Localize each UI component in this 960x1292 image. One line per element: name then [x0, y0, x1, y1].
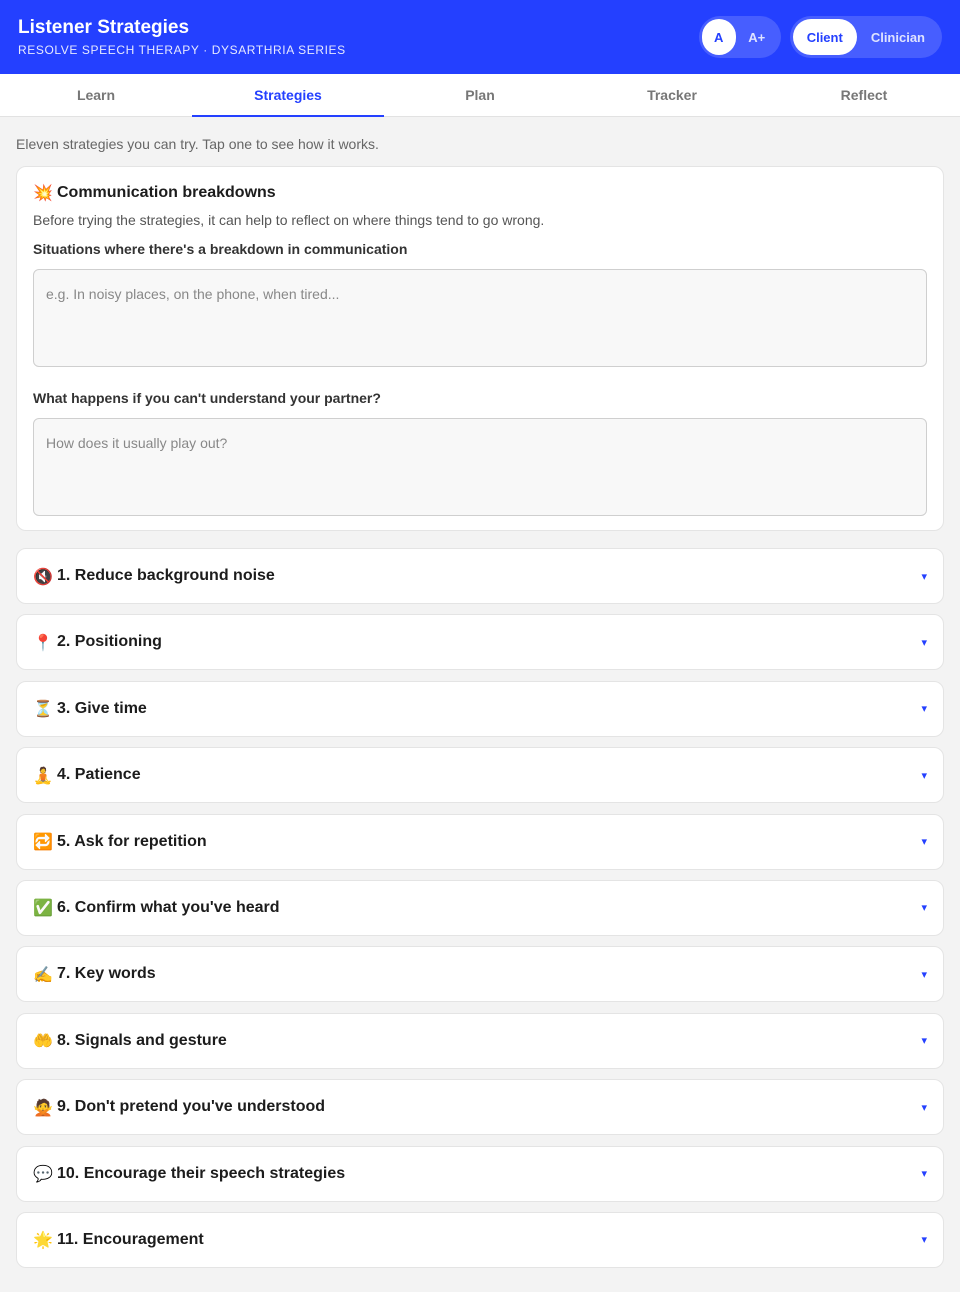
- strategy-label: 7. Key words: [57, 965, 156, 983]
- strategy-item-5[interactable]: 🔁 5. Ask for repetition ▾: [16, 813, 944, 870]
- text-size-normal-button[interactable]: A: [701, 19, 736, 55]
- check-icon: ✅: [33, 898, 53, 918]
- situations-label: Situations where there's a breakdown in …: [33, 241, 408, 257]
- strategy-heading: ⏳ 3. Give time: [33, 699, 147, 718]
- chevron-down-icon: ▾: [921, 967, 927, 981]
- chevron-down-icon: ▾: [921, 635, 927, 649]
- breakdowns-card: 💥 Communication breakdowns Before trying…: [16, 166, 944, 531]
- strategy-item-10[interactable]: 💬 10. Encourage their speech strategies …: [16, 1145, 944, 1202]
- strategy-label: 10. Encourage their speech strategies: [57, 1164, 346, 1182]
- strategy-label: 2. Positioning: [57, 633, 162, 651]
- repeat-icon: 🔁: [33, 832, 53, 852]
- strategy-label: 4. Patience: [57, 766, 141, 784]
- app-header: Listener Strategies RESOLVE SPEECH THERA…: [0, 0, 960, 74]
- breakdowns-title: 💥 Communication breakdowns: [33, 183, 927, 202]
- strategy-item-9[interactable]: 🙅 9. Don't pretend you've understood ▾: [16, 1079, 944, 1136]
- mode-toggle: Client Clinician: [789, 16, 942, 58]
- strategy-heading: 🤲 8. Signals and gesture: [33, 1031, 227, 1050]
- chevron-down-icon: ▾: [921, 702, 927, 716]
- strategy-heading: ✍️ 7. Key words: [33, 965, 156, 984]
- tab-bar: Learn Strategies Plan Tracker Reflect: [0, 74, 960, 117]
- intro-text: Eleven strategies you can try. Tap one t…: [16, 136, 379, 152]
- no-gesture-icon: 🙅: [33, 1097, 53, 1117]
- strategy-label: 8. Signals and gesture: [57, 1031, 227, 1049]
- strategy-item-4[interactable]: 🧘 4. Patience ▾: [16, 747, 944, 804]
- partner-label: What happens if you can't understand you…: [33, 390, 381, 406]
- strategy-heading: 🧘 4. Patience: [33, 766, 141, 785]
- strategy-item-3[interactable]: ⏳ 3. Give time ▾: [16, 680, 944, 737]
- speech-bubble-icon: 💬: [33, 1164, 53, 1184]
- strategies-accordion: 🔇 1. Reduce background noise ▾ 📍 2. Posi…: [16, 548, 944, 1268]
- strategy-heading: 💬 10. Encourage their speech strategies: [33, 1164, 345, 1183]
- breakdowns-title-text: Communication breakdowns: [57, 184, 276, 201]
- strategy-label: 5. Ask for repetition: [57, 832, 207, 850]
- star-icon: 🌟: [33, 1230, 53, 1250]
- strategy-heading: 🌟 11. Encouragement: [33, 1230, 204, 1249]
- muted-speaker-icon: 🔇: [33, 566, 53, 586]
- hands-icon: 🤲: [33, 1031, 53, 1051]
- main-content: Eleven strategies you can try. Tap one t…: [0, 136, 960, 1268]
- strategy-label: 3. Give time: [57, 699, 147, 717]
- chevron-down-icon: ▾: [921, 1167, 927, 1181]
- strategy-label: 9. Don't pretend you've understood: [57, 1098, 326, 1116]
- tab-reflect[interactable]: Reflect: [768, 74, 960, 116]
- chevron-down-icon: ▾: [921, 1034, 927, 1048]
- strategy-heading: 🙅 9. Don't pretend you've understood: [33, 1098, 325, 1117]
- client-mode-button[interactable]: Client: [792, 19, 857, 55]
- chevron-down-icon: ▾: [921, 1233, 927, 1247]
- situations-input[interactable]: [33, 269, 927, 367]
- strategy-heading: 📍 2. Positioning: [33, 633, 162, 652]
- pin-icon: 📍: [33, 632, 53, 652]
- chevron-down-icon: ▾: [921, 901, 927, 915]
- strategy-heading: ✅ 6. Confirm what you've heard: [33, 898, 280, 917]
- strategy-item-8[interactable]: 🤲 8. Signals and gesture ▾: [16, 1012, 944, 1069]
- strategy-item-11[interactable]: 🌟 11. Encouragement ▾: [16, 1211, 944, 1268]
- chevron-down-icon: ▾: [921, 1100, 927, 1114]
- strategy-label: 11. Encouragement: [57, 1230, 204, 1248]
- strategy-heading: 🔁 5. Ask for repetition: [33, 832, 207, 851]
- collision-icon: 💥: [33, 183, 53, 202]
- clinician-mode-button[interactable]: Clinician: [857, 19, 939, 55]
- tab-strategies[interactable]: Strategies: [192, 74, 384, 117]
- app-title: Listener Strategies: [18, 17, 190, 38]
- strategy-heading: 🔇 1. Reduce background noise: [33, 567, 275, 586]
- strategy-item-1[interactable]: 🔇 1. Reduce background noise ▾: [16, 548, 944, 604]
- tab-learn[interactable]: Learn: [0, 74, 192, 116]
- strategy-item-7[interactable]: ✍️ 7. Key words ▾: [16, 946, 944, 1003]
- text-size-large-button[interactable]: A+: [736, 19, 778, 55]
- breakdowns-description: Before trying the strategies, it can hel…: [33, 212, 545, 228]
- strategy-label: 6. Confirm what you've heard: [57, 898, 280, 916]
- tab-tracker[interactable]: Tracker: [576, 74, 768, 116]
- header-controls: A A+ Client Clinician: [698, 16, 942, 58]
- strategy-item-6[interactable]: ✅ 6. Confirm what you've heard ▾: [16, 879, 944, 936]
- strategy-item-2[interactable]: 📍 2. Positioning ▾: [16, 614, 944, 671]
- meditation-icon: 🧘: [33, 765, 53, 785]
- chevron-down-icon: ▾: [921, 768, 927, 782]
- chevron-down-icon: ▾: [921, 569, 927, 583]
- app-subtitle: RESOLVE SPEECH THERAPY · DYSARTHRIA SERI…: [18, 43, 346, 57]
- partner-input[interactable]: [33, 418, 927, 516]
- hourglass-icon: ⏳: [33, 699, 53, 719]
- writing-hand-icon: ✍️: [33, 964, 53, 984]
- text-size-toggle: A A+: [698, 16, 781, 58]
- tab-plan[interactable]: Plan: [384, 74, 576, 116]
- chevron-down-icon: ▾: [921, 835, 927, 849]
- strategy-label: 1. Reduce background noise: [57, 567, 275, 584]
- header-titles: Listener Strategies RESOLVE SPEECH THERA…: [18, 16, 346, 58]
